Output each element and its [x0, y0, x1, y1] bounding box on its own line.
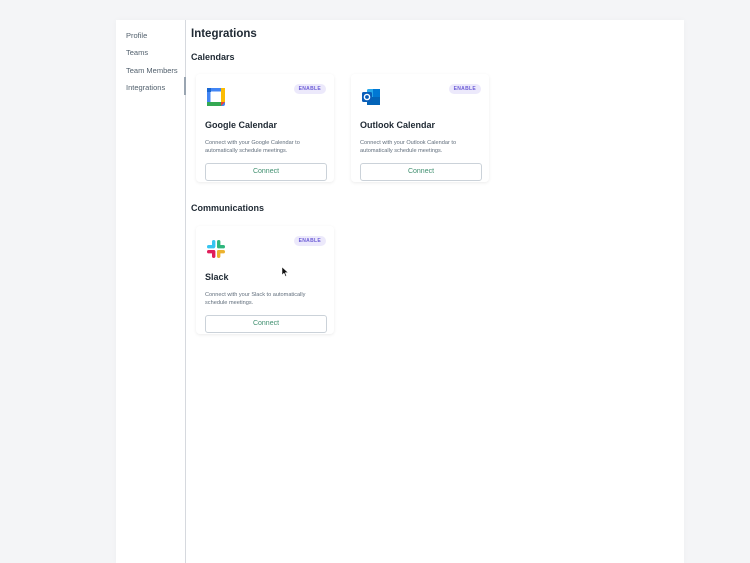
- card-description: Connect with your Slack to automatically…: [205, 292, 306, 306]
- connect-slack-button[interactable]: Connect: [205, 315, 327, 333]
- google-calendar-icon: [205, 86, 227, 108]
- settings-window: Profile Teams Team Members Integrations …: [116, 20, 684, 563]
- card-title: Slack: [205, 272, 229, 282]
- mouse-cursor-icon: [281, 264, 289, 277]
- sidebar-item-integrations[interactable]: Integrations: [126, 83, 165, 92]
- page-title: Integrations: [191, 28, 257, 40]
- connect-google-calendar-button[interactable]: Connect: [205, 163, 327, 181]
- card-title: Outlook Calendar: [360, 120, 436, 130]
- sidebar-active-indicator: [184, 77, 186, 95]
- connect-outlook-calendar-button[interactable]: Connect: [360, 163, 482, 181]
- enable-badge[interactable]: ENABLE: [293, 236, 326, 246]
- card-description: Connect with your Google Calendar to aut…: [205, 140, 300, 154]
- section-title-calendars: Calendars: [191, 52, 235, 62]
- integration-card-google-calendar: ENABLE Google Calendar Connect with your…: [196, 74, 334, 182]
- sidebar-item-teams[interactable]: Teams: [126, 48, 148, 57]
- section-title-communications: Communications: [191, 203, 265, 213]
- enable-badge[interactable]: ENABLE: [448, 84, 481, 94]
- sidebar-item-profile[interactable]: Profile: [126, 31, 147, 40]
- integration-card-slack: ENABLE Slack Connect with your Slack to …: [196, 226, 334, 334]
- integration-card-outlook-calendar: ENABLE Outlook Calendar Connect with you…: [351, 74, 489, 182]
- card-title: Google Calendar: [205, 120, 278, 130]
- outlook-icon: [360, 86, 382, 108]
- enable-badge[interactable]: ENABLE: [293, 84, 326, 94]
- slack-icon: [205, 238, 227, 260]
- sidebar-item-team-members[interactable]: Team Members: [126, 66, 178, 75]
- sidebar: Profile Teams Team Members Integrations: [116, 20, 186, 563]
- card-description: Connect with your Outlook Calendar to au…: [360, 140, 457, 154]
